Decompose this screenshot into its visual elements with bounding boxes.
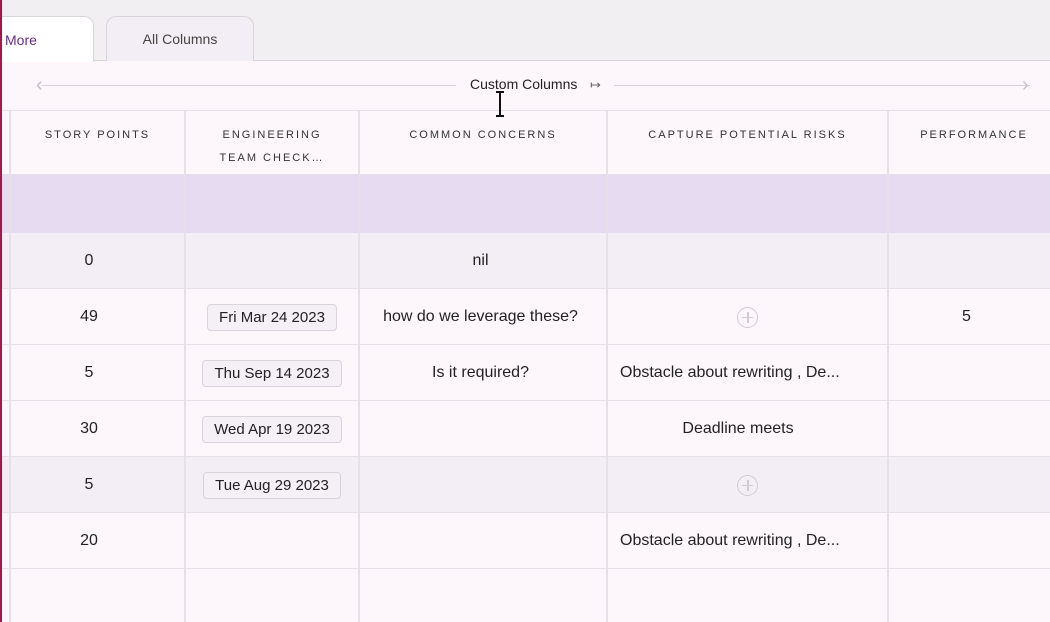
group-divider-left [42, 85, 456, 86]
column-divider[interactable] [358, 111, 360, 622]
header-label-line2: TEAM CHECK… [219, 152, 325, 164]
column-group-header: ‹ Custom Columns ↦ › [0, 61, 1050, 111]
group-divider-right [614, 85, 1030, 86]
story-points-cell[interactable]: 5 [10, 345, 168, 401]
engineering-date-cell[interactable] [186, 233, 358, 289]
column-header-row: STORY POINTS ENGINEERING TEAM CHECK… COMM… [0, 111, 1050, 175]
engineering-date-cell[interactable]: Thu Sep 14 2023 [186, 345, 358, 401]
engineering-date-cell[interactable]: Tue Aug 29 2023 [186, 457, 358, 513]
date-chip[interactable]: Tue Aug 29 2023 [203, 471, 341, 499]
header-capture-potential-risks[interactable]: CAPTURE POTENTIAL RISKS [608, 111, 887, 175]
date-chip[interactable]: Thu Sep 14 2023 [202, 359, 342, 387]
performance-cell[interactable] [889, 233, 1044, 289]
table-row[interactable]: 5 Tue Aug 29 2023 [0, 457, 1050, 513]
common-concerns-cell[interactable] [360, 401, 601, 457]
performance-cell[interactable] [889, 401, 1044, 457]
header-label: COMMON CONCERNS [409, 129, 557, 141]
column-divider[interactable] [184, 111, 186, 622]
expand-group-icon[interactable]: ↦ [590, 77, 601, 93]
table-row[interactable]: 20 Obstacle about rewriting , De... [0, 513, 1050, 569]
risks-cell[interactable] [608, 233, 887, 289]
common-concerns-cell[interactable]: Is it required? [360, 345, 601, 401]
performance-cell[interactable] [889, 513, 1044, 569]
story-points-cell[interactable]: 0 [10, 233, 168, 289]
common-concerns-cell[interactable]: nil [360, 233, 601, 289]
common-concerns-cell[interactable]: how do we leverage these? [360, 289, 601, 345]
header-common-concerns[interactable]: COMMON CONCERNS [360, 111, 606, 175]
story-points-cell[interactable]: 20 [10, 513, 168, 569]
header-label: STORY POINTS [44, 129, 151, 141]
header-performance[interactable]: PERFORMANCE [889, 111, 1050, 175]
group-title[interactable]: Custom Columns [470, 76, 577, 92]
engineering-date-cell[interactable] [186, 513, 358, 569]
tab-all-columns[interactable]: All Columns [106, 16, 254, 61]
date-chip[interactable]: Wed Apr 19 2023 [202, 415, 342, 443]
table-row[interactable]: 0 nil [0, 233, 1050, 289]
left-edge-rule [0, 0, 2, 622]
story-points-cell[interactable]: 30 [10, 401, 168, 457]
header-label: PERFORMANCE [920, 129, 1028, 141]
header-label: CAPTURE POTENTIAL RISKS [648, 129, 847, 141]
table-row[interactable]: 30 Wed Apr 19 2023 Deadline meets [0, 401, 1050, 457]
tab-bar: More All Columns [0, 0, 1050, 62]
risks-cell[interactable] [608, 289, 887, 345]
risks-cell[interactable] [608, 457, 887, 513]
risks-cell[interactable]: Obstacle about rewriting , De... [608, 513, 887, 569]
risks-cell[interactable]: Deadline meets [608, 401, 868, 457]
header-engineering-team-check[interactable]: ENGINEERING TEAM CHECK… [186, 111, 358, 175]
table-row[interactable]: 5 Thu Sep 14 2023 Is it required? Obstac… [0, 345, 1050, 401]
common-concerns-cell[interactable] [360, 457, 601, 513]
scroll-right-icon[interactable]: › [1022, 75, 1029, 95]
performance-cell[interactable] [889, 345, 1044, 401]
column-divider[interactable] [887, 111, 889, 622]
engineering-date-cell[interactable]: Fri Mar 24 2023 [186, 289, 358, 345]
story-points-cell[interactable]: 49 [10, 289, 168, 345]
add-icon[interactable] [737, 474, 758, 496]
date-chip[interactable]: Fri Mar 24 2023 [207, 303, 337, 331]
column-divider[interactable] [9, 111, 11, 622]
text-cursor-icon [496, 91, 504, 117]
performance-cell[interactable]: 5 [889, 289, 1044, 345]
common-concerns-cell[interactable] [360, 513, 601, 569]
engineering-date-cell[interactable]: Wed Apr 19 2023 [186, 401, 358, 457]
header-label-line1: ENGINEERING [222, 129, 322, 141]
column-divider[interactable] [606, 111, 608, 622]
header-story-points[interactable]: STORY POINTS [10, 111, 185, 175]
add-icon[interactable] [737, 306, 758, 328]
table-row[interactable]: 49 Fri Mar 24 2023 how do we leverage th… [0, 289, 1050, 345]
tab-more[interactable]: More [0, 16, 94, 62]
group-band-row [0, 175, 1050, 233]
performance-cell[interactable] [889, 457, 1044, 513]
story-points-cell[interactable]: 5 [10, 457, 168, 513]
risks-cell[interactable]: Obstacle about rewriting , De... [608, 345, 887, 401]
table-row[interactable] [0, 569, 1050, 622]
